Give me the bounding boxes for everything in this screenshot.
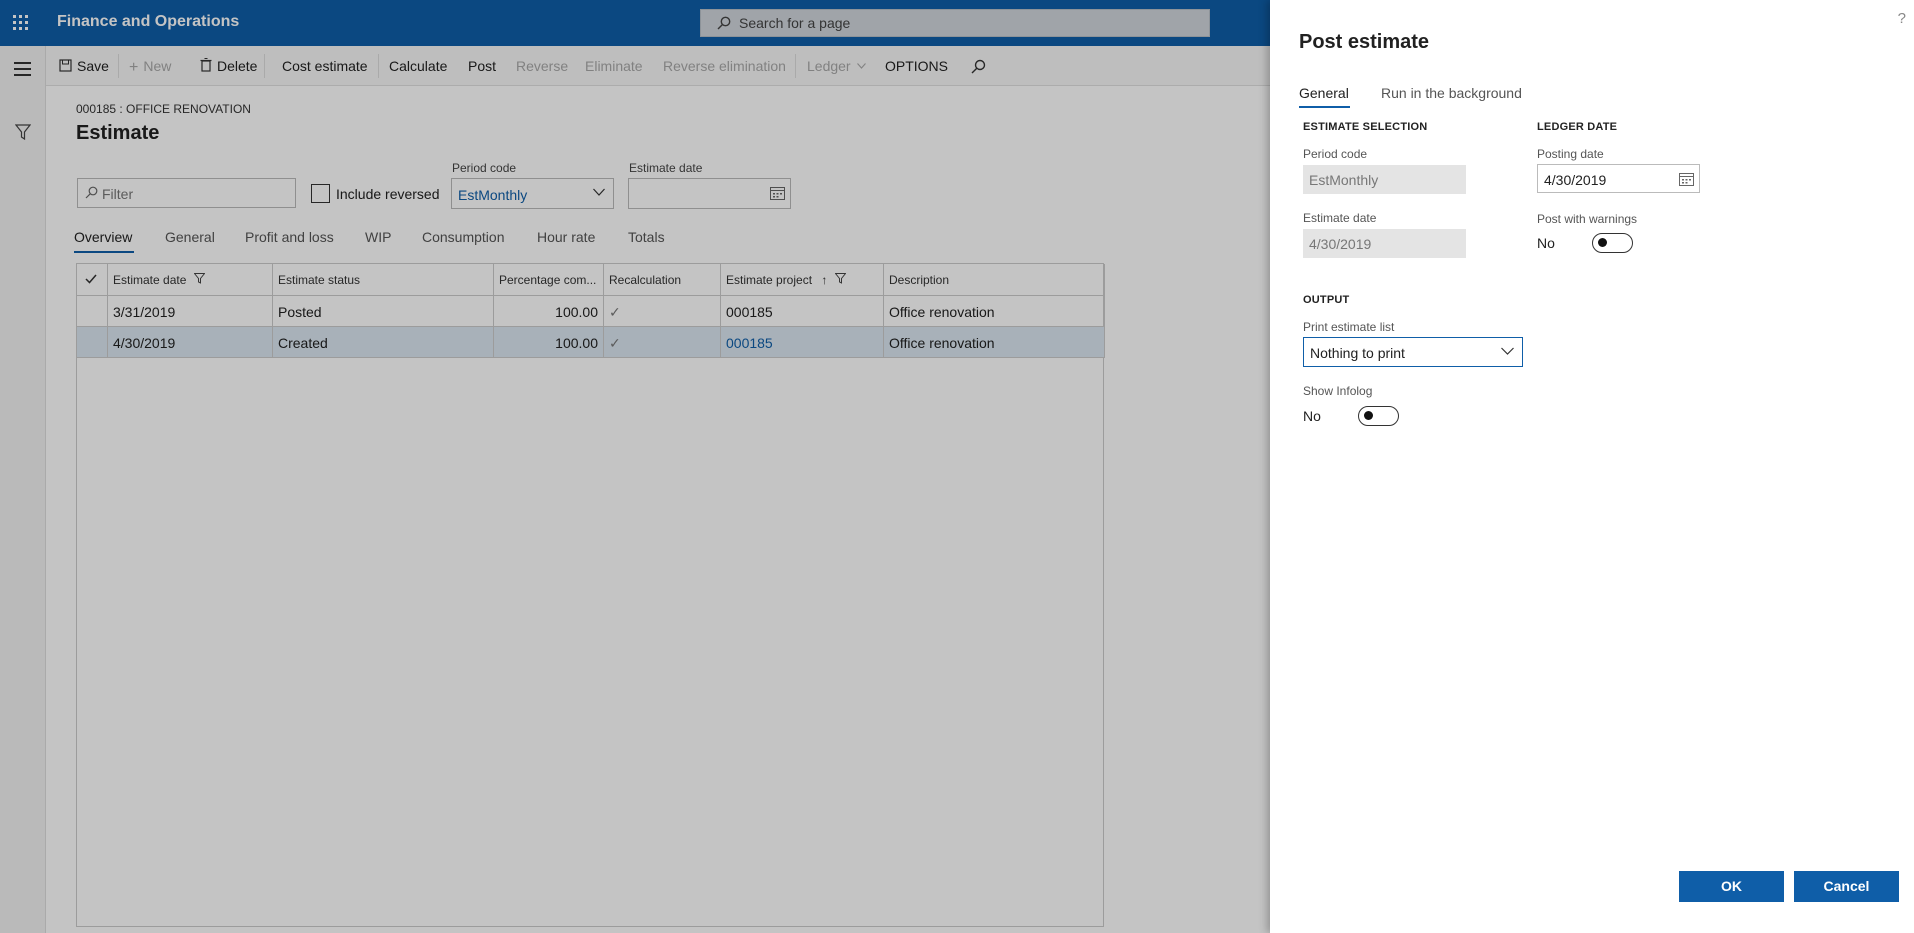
- posting-date-input[interactable]: 4/30/2019: [1537, 164, 1700, 193]
- modal-backdrop[interactable]: [0, 0, 1270, 933]
- estimate-date-field: 4/30/2019: [1303, 229, 1466, 258]
- estimate-selection-heading: ESTIMATE SELECTION: [1303, 121, 1428, 133]
- active-tab-indicator: [1299, 106, 1350, 108]
- toggle-knob: [1364, 411, 1373, 420]
- dialog-title: Post estimate: [1299, 31, 1430, 53]
- tab-general[interactable]: General: [1299, 85, 1349, 101]
- post-with-warnings-value: No: [1537, 235, 1555, 251]
- post-with-warnings-toggle[interactable]: [1592, 233, 1633, 253]
- show-infolog-label: Show Infolog: [1303, 384, 1373, 398]
- show-infolog-toggle[interactable]: [1358, 406, 1399, 426]
- post-estimate-dialog: ? Post estimate General Run in the backg…: [1270, 0, 1914, 933]
- estimate-date-label: Estimate date: [1303, 211, 1377, 225]
- posting-date-label: Posting date: [1537, 147, 1604, 161]
- help-icon[interactable]: ?: [1898, 10, 1906, 27]
- period-code-label: Period code: [1303, 147, 1368, 161]
- print-estimate-list-value: Nothing to print: [1310, 345, 1405, 361]
- print-estimate-list-select[interactable]: Nothing to print: [1303, 337, 1523, 367]
- toggle-knob: [1598, 238, 1607, 247]
- ledger-date-heading: LEDGER DATE: [1537, 121, 1618, 133]
- cancel-button[interactable]: Cancel: [1794, 871, 1899, 902]
- ok-button[interactable]: OK: [1679, 871, 1784, 902]
- print-estimate-list-label: Print estimate list: [1303, 320, 1395, 334]
- calendar-icon[interactable]: [1679, 172, 1694, 186]
- period-code-field: EstMonthly: [1303, 165, 1466, 194]
- chevron-down-icon: [1501, 347, 1514, 355]
- post-with-warnings-label: Post with warnings: [1537, 212, 1638, 226]
- output-heading: OUTPUT: [1303, 294, 1350, 306]
- tab-run-in-background[interactable]: Run in the background: [1381, 85, 1522, 101]
- show-infolog-value: No: [1303, 408, 1321, 424]
- posting-date-value: 4/30/2019: [1544, 172, 1607, 188]
